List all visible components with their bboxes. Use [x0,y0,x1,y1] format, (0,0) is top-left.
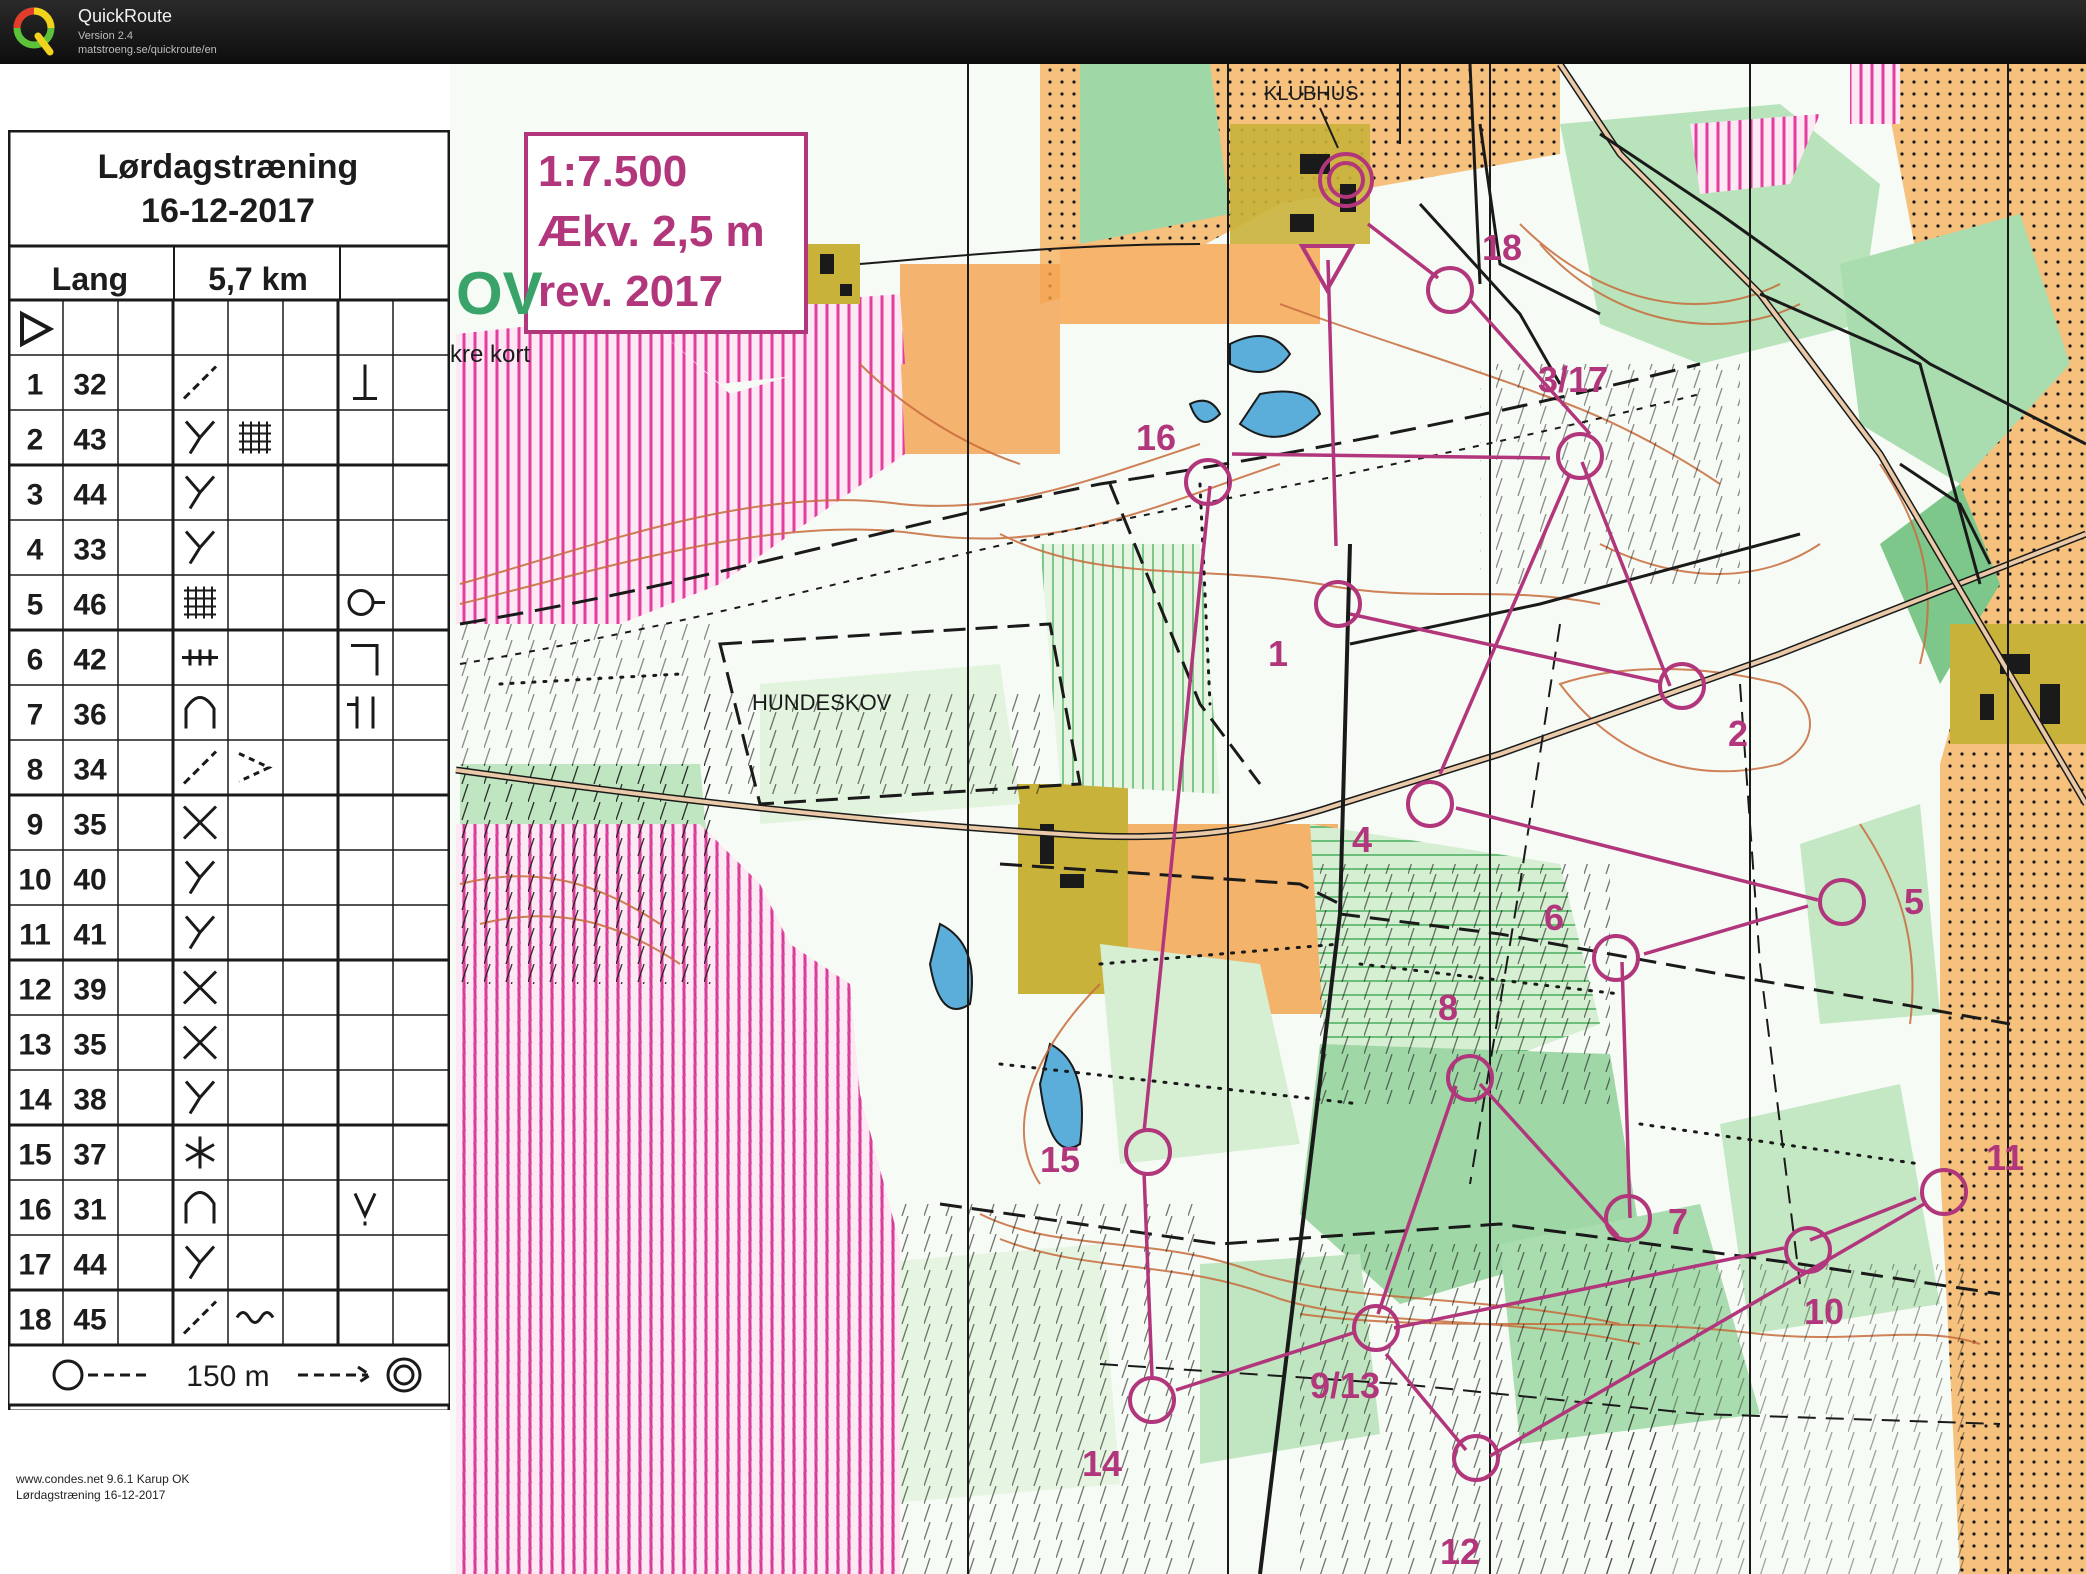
event-date: 16-12-2017 [141,192,315,230]
app-name: QuickRoute [78,6,173,26]
control-number-16: 16 [1136,417,1176,458]
control-sequence-number: 8 [27,754,44,787]
control-number-2: 2 [1728,713,1748,754]
control-sequence-number: 1 [27,369,44,402]
control-sequence-number: 13 [18,1029,51,1062]
control-code: 37 [73,1139,106,1172]
map-partial-text: kre kort [450,341,530,368]
control-code: 40 [73,864,106,897]
control-code: 33 [73,534,106,567]
app-version: Version 2.4 [78,30,134,42]
map-partial-logo: OV [456,260,543,327]
control-number-8: 8 [1438,987,1458,1028]
control-sequence-number: 14 [18,1084,52,1117]
control-code: 31 [73,1194,106,1227]
control-number-11: 11 [1986,1137,2024,1178]
forest-label: HUNDESKOV [752,690,892,715]
control-code: 39 [73,974,106,1007]
course-length: 5,7 km [208,261,308,297]
control-code: 38 [73,1084,106,1117]
quickroute-logo [13,7,55,56]
control-sequence-number: 11 [19,919,51,952]
control-sequence-number: 12 [18,974,51,1007]
control-sequence-number: 10 [18,864,51,897]
control-code: 41 [73,919,106,952]
control-sequence-number: 15 [18,1139,51,1172]
map-scale: 1:7.500 [538,147,687,196]
control-number-18: 18 [1482,227,1522,268]
control-sequence-number: 9 [27,809,44,842]
control-sequence-number: 3 [27,479,44,512]
map-equidistance: Ækv. 2,5 m [538,207,765,256]
title-bar: QuickRoute Version 2.4 matstroeng.se/qui… [0,0,2086,64]
map-view[interactable]: 1:7.500 Ækv. 2,5 m rev. 2017 kre kort OV… [0,64,2086,1574]
control-code: 44 [73,1249,107,1282]
course-name: Lang [52,261,128,297]
footer-software: www.condes.net 9.6.1 Karup OK [16,1472,190,1486]
control-sequence-number: 17 [18,1249,51,1282]
control-code: 35 [73,1029,106,1062]
control-number-15: 15 [1040,1139,1080,1180]
control-description-sheet: Lørdagstræning 16-12-2017 Lang 5,7 km 13… [8,130,450,1410]
control-code: 42 [73,644,106,677]
control-number-9-13: 9/13 [1310,1365,1380,1406]
control-number-7: 7 [1668,1201,1688,1242]
control-number-6: 6 [1544,897,1564,938]
control-number-5: 5 [1904,881,1924,922]
control-number-10: 10 [1804,1291,1844,1332]
control-code: 34 [73,754,107,787]
control-code: 44 [73,479,107,512]
control-sequence-number: 5 [27,589,44,622]
control-sequence-number: 2 [27,424,44,457]
app-url[interactable]: matstroeng.se/quickroute/en [78,44,217,56]
control-sequence-number: 6 [27,644,44,677]
control-number-1: 1 [1268,633,1288,674]
control-code: 46 [73,589,106,622]
control-sequence-number: 4 [27,534,44,567]
control-sequence-number: 18 [18,1304,51,1337]
footer-event: Lørdagstræning 16-12-2017 [16,1488,166,1502]
event-title: Lørdagstræning [98,148,359,186]
control-code: 45 [73,1304,106,1337]
control-number-3-17: 3/17 [1538,359,1608,400]
control-number-12: 12 [1440,1531,1480,1572]
control-code: 43 [73,424,106,457]
control-sequence-number: 7 [27,699,44,732]
map-revision: rev. 2017 [538,267,723,316]
finish-distance: 150 m [186,1360,269,1393]
control-number-4: 4 [1352,819,1372,860]
clubhouse-label: KLUBHUS [1264,83,1358,105]
control-code: 32 [73,369,106,402]
control-number-14: 14 [1082,1443,1122,1484]
control-code: 35 [73,809,106,842]
control-code: 36 [73,699,106,732]
control-sequence-number: 16 [18,1194,51,1227]
